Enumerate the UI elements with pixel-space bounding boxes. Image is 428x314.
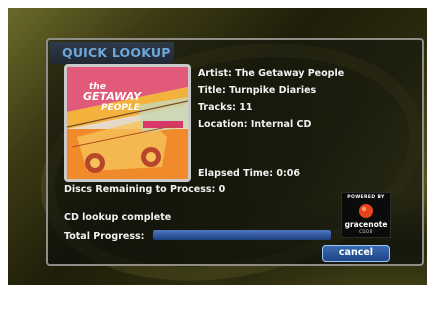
elapsed-time-text: Elapsed Time: 0:06 xyxy=(198,168,300,179)
total-progress-bar xyxy=(153,230,331,240)
location-text: Location: Internal CD xyxy=(198,119,312,130)
tracks-text: Tracks: 11 xyxy=(198,102,253,113)
gracenote-brand: gracenote xyxy=(344,220,388,229)
total-progress-fill xyxy=(153,230,331,240)
discs-remaining-text: Discs Remaining to Process: 0 xyxy=(64,184,226,195)
album-band-getaway: GETAWAY xyxy=(83,90,142,103)
lookup-status-text: CD lookup complete xyxy=(64,212,172,223)
total-progress-label: Total Progress: xyxy=(64,231,145,242)
dialog-title: QUICK LOOKUP xyxy=(50,42,174,64)
gracenote-logo: POWERED BY gracenote CDDB xyxy=(341,192,391,238)
artist-text: Artist: The Getaway People xyxy=(198,68,345,79)
album-title-text: Title: Turnpike Diaries xyxy=(198,85,317,96)
cancel-button[interactable]: cancel xyxy=(322,245,390,262)
album-band-people: PEOPLE xyxy=(101,103,141,113)
album-art-image: the GETAWAY PEOPLE xyxy=(67,67,188,179)
gracenote-sub: CDDB xyxy=(359,229,373,234)
album-art: the GETAWAY PEOPLE xyxy=(64,64,191,182)
